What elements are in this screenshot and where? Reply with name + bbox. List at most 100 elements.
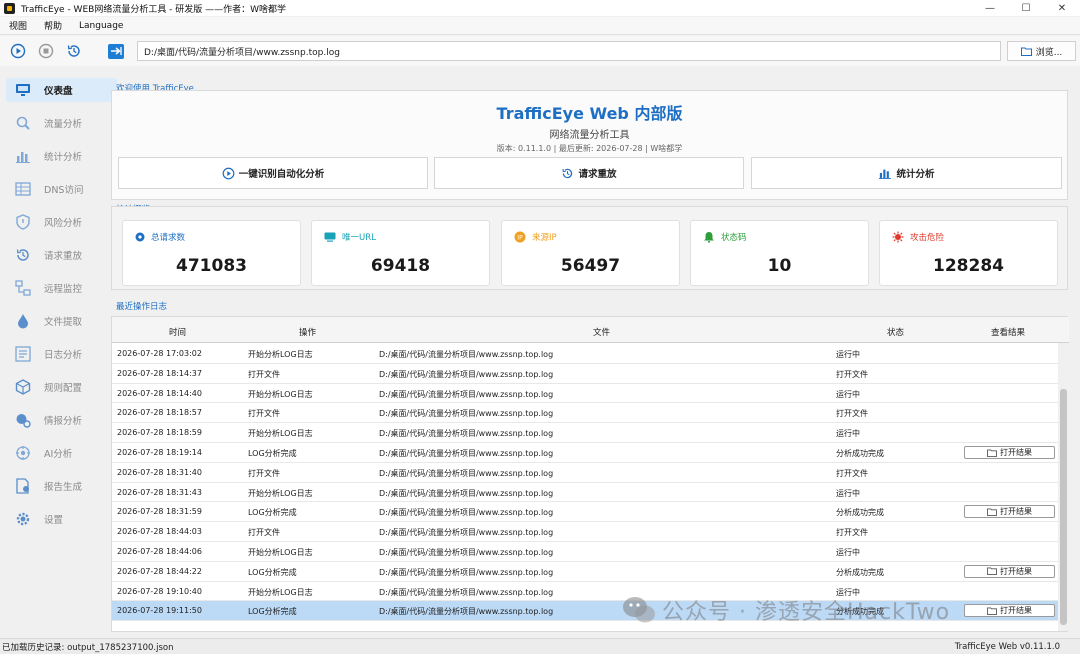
table-row[interactable]: 2026-07-28 18:14:37 打开文件 D:/桌面/代码/流量分析项目/w… <box>112 364 1058 384</box>
sidebar: 仪表盘 流量分析 统计分析 DNS访问 风险分析 请求重放 远程监控 文件提取 … <box>0 70 117 540</box>
open-result-label: 打开结果 <box>1000 566 1032 576</box>
toolbar: 浏览... <box>0 36 1080 66</box>
maximize-button[interactable]: ☐ <box>1008 0 1044 16</box>
sidebar-item-ai[interactable]: AI分析 <box>6 441 117 465</box>
sidebar-item-dns[interactable]: DNS访问 <box>6 177 117 201</box>
cell-time: 2026-07-28 19:11:50 <box>117 606 202 616</box>
cell-file: D:/桌面/代码/流量分析项目/www.zssnp.top.log <box>379 409 554 419</box>
shield-icon <box>14 213 32 231</box>
cell-status: 运行中 <box>836 488 860 498</box>
sidebar-item-traffic[interactable]: 流量分析 <box>6 111 117 135</box>
column-header-result[interactable]: 查看结果 <box>991 326 1025 338</box>
grid-icon <box>14 180 32 198</box>
bell-icon <box>704 232 714 243</box>
sidebar-item-report[interactable]: 报告生成 <box>6 474 117 498</box>
stop-button[interactable] <box>36 41 56 61</box>
open-result-button[interactable]: 打开结果 <box>964 446 1055 459</box>
auto-analysis-button[interactable]: 一键识别自动化分析 <box>118 157 428 189</box>
cell-action: 开始分析LOG日志 <box>248 389 313 399</box>
open-result-button[interactable]: 打开结果 <box>964 564 1055 578</box>
cell-file: D:/桌面/代码/流量分析项目/www.zssnp.top.log <box>379 587 554 597</box>
cell-status: 运行中 <box>836 350 860 359</box>
cell-file: D:/桌面/代码/流量分析项目/www.zssnp.top.log <box>379 567 554 577</box>
file-path-input[interactable] <box>137 41 1001 61</box>
table-row[interactable]: 2026-07-28 18:31:59 LOG分析完成 D:/桌面/代码/流量分析项… <box>112 502 1058 523</box>
column-header-status[interactable]: 状态 <box>887 326 904 338</box>
table-row[interactable]: 2026-07-28 18:31:43 开始分析LOG日志 D:/桌面/代码/流量分… <box>112 483 1058 503</box>
table-header: 时间 操作 文件 状态 查看结果 <box>112 317 1069 343</box>
monitor-icon <box>14 81 32 99</box>
cell-time: 2026-07-28 18:31:40 <box>117 467 202 477</box>
cell-action: 打开文件 <box>248 409 280 419</box>
stat-label: 唯一URL <box>342 233 376 243</box>
magnifier-icon <box>14 114 32 132</box>
open-result-label: 打开结果 <box>1000 448 1032 457</box>
stat-label: 攻击危险 <box>910 233 945 243</box>
column-header-action[interactable]: 操作 <box>299 326 316 338</box>
sidebar-item-risk[interactable]: 风险分析 <box>6 210 117 234</box>
sidebar-item-label: 报告生成 <box>44 482 83 493</box>
wechat-icon <box>623 597 655 623</box>
title-bar: TrafficEye - WEB网络流量分析工具 - 研发版 ——作者：W啥都学… <box>0 0 1080 16</box>
cell-action: LOG分析完成 <box>248 449 297 458</box>
table-row[interactable]: 2026-07-28 18:44:03 打开文件 D:/桌面/代码/流量分析项目/w… <box>112 522 1058 542</box>
cell-file: D:/桌面/代码/流量分析项目/www.zssnp.top.log <box>379 528 554 538</box>
sidebar-item-label: 仪表盘 <box>44 86 73 97</box>
table-row[interactable]: 2026-07-28 17:03:02 开始分析LOG日志 D:/桌面/代码/流量分… <box>112 344 1058 364</box>
close-button[interactable]: ✕ <box>1044 0 1080 16</box>
stat-card-status-code: 状态码 10 <box>690 220 869 286</box>
open-result-label: 打开结果 <box>1000 507 1032 517</box>
column-header-file[interactable]: 文件 <box>593 326 610 338</box>
cell-action: 开始分析LOG日志 <box>248 488 313 498</box>
sidebar-item-remote[interactable]: 远程监控 <box>6 276 117 300</box>
stat-label: 总请求数 <box>151 233 186 243</box>
cell-action: 开始分析LOG日志 <box>248 350 313 359</box>
open-result-button[interactable]: 打开结果 <box>964 604 1055 618</box>
scrollbar-thumb[interactable] <box>1060 389 1067 625</box>
sidebar-item-label: 统计分析 <box>44 152 83 163</box>
load-path-button[interactable] <box>108 43 124 59</box>
table-row[interactable]: 2026-07-28 18:44:22 LOG分析完成 D:/桌面/代码/流量分析项… <box>112 562 1058 582</box>
statistics-button[interactable]: 统计分析 <box>751 157 1062 189</box>
request-replay-button[interactable]: 请求重放 <box>434 157 744 189</box>
cell-file: D:/桌面/代码/流量分析项目/www.zssnp.top.log <box>379 369 554 379</box>
table-scrollbar[interactable] <box>1058 343 1069 631</box>
sidebar-item-file-extract[interactable]: 文件提取 <box>6 309 117 333</box>
start-button[interactable] <box>8 41 28 61</box>
cell-action: 开始分析LOG日志 <box>248 548 313 557</box>
menu-view[interactable]: 视图 <box>9 19 27 32</box>
browse-button[interactable]: 浏览... <box>1007 41 1076 61</box>
menu-language[interactable]: Language <box>79 21 123 31</box>
sidebar-item-statistics[interactable]: 统计分析 <box>6 144 117 168</box>
cell-file: D:/桌面/代码/流量分析项目/www.zssnp.top.log <box>379 468 554 478</box>
menu-help[interactable]: 帮助 <box>44 19 62 32</box>
sidebar-item-rules[interactable]: 规则配置 <box>6 375 117 399</box>
cell-status: 打开文件 <box>836 409 868 419</box>
sidebar-item-intel[interactable]: 情报分析 <box>6 408 117 432</box>
cell-status: 分析成功完成 <box>836 508 884 518</box>
stat-card-unique-url: 唯一URL 69418 <box>311 220 490 286</box>
cell-time: 2026-07-28 18:18:59 <box>117 428 202 438</box>
table-row[interactable]: 2026-07-28 18:19:14 LOG分析完成 D:/桌面/代码/流量分析项… <box>112 443 1058 463</box>
stats-panel: 总请求数 471083 唯一URL 69418 IP 来源IP 56497 状态… <box>111 206 1068 290</box>
table-row[interactable]: 2026-07-28 18:44:06 开始分析LOG日志 D:/桌面/代码/流量分… <box>112 542 1058 562</box>
column-header-time[interactable]: 时间 <box>169 326 186 338</box>
table-row[interactable]: 2026-07-28 18:18:59 开始分析LOG日志 D:/桌面/代码/流量分… <box>112 423 1058 443</box>
table-row[interactable]: 2026-07-28 18:14:40 开始分析LOG日志 D:/桌面/代码/流量分… <box>112 384 1058 404</box>
sidebar-item-log-analysis[interactable]: 日志分析 <box>6 342 117 366</box>
minimize-button[interactable]: — <box>972 0 1008 16</box>
sidebar-item-label: 设置 <box>44 515 64 526</box>
sidebar-item-dashboard[interactable]: 仪表盘 <box>6 78 117 102</box>
cell-action: 开始分析LOG日志 <box>248 587 313 597</box>
sidebar-item-settings[interactable]: 设置 <box>6 507 117 531</box>
open-result-button[interactable]: 打开结果 <box>964 505 1055 519</box>
history-button[interactable] <box>64 41 84 61</box>
cell-action: 打开文件 <box>248 369 280 379</box>
table-row[interactable]: 2026-07-28 18:31:40 打开文件 D:/桌面/代码/流量分析项目/w… <box>112 463 1058 483</box>
sidebar-item-replay[interactable]: 请求重放 <box>6 243 117 267</box>
cell-action: 打开文件 <box>248 468 280 478</box>
cell-time: 2026-07-28 18:18:57 <box>117 408 202 418</box>
bar-chart-icon <box>879 169 892 179</box>
table-row[interactable]: 2026-07-28 18:18:57 打开文件 D:/桌面/代码/流量分析项目/w… <box>112 403 1058 424</box>
cell-status: 打开文件 <box>836 369 868 379</box>
